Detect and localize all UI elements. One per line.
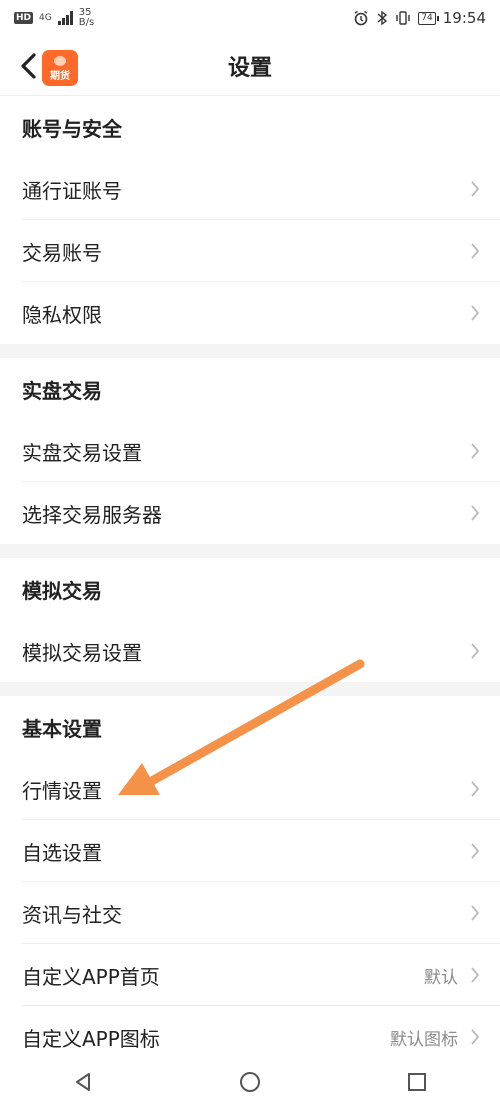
network-type: 4G	[39, 12, 52, 23]
section-divider	[0, 544, 500, 558]
settings-list: 账号与安全 通行证账号 交易账号 隐私权限 实盘交易 实盘交易设置 选择交易服务…	[0, 96, 500, 1068]
chevron-right-icon	[471, 967, 480, 983]
row-value: 默认图标	[390, 1029, 458, 1050]
section-header-basic-settings: 基本设置	[22, 716, 102, 741]
section-header-simulated-trading: 模拟交易	[22, 578, 102, 603]
row-simulated-trading-settings[interactable]: 模拟交易设置	[0, 620, 500, 682]
section-divider	[0, 344, 500, 358]
row-passport-account[interactable]: 通行证账号	[0, 158, 500, 220]
row-select-trading-server[interactable]: 选择交易服务器	[0, 482, 500, 544]
triangle-back-icon	[76, 1073, 91, 1091]
row-label: 选择交易服务器	[22, 502, 162, 527]
battery-icon: 74	[418, 11, 440, 25]
chevron-right-icon	[471, 243, 480, 259]
chevron-right-icon	[471, 443, 480, 459]
status-left: HD 4G 35 B/s	[14, 8, 94, 28]
section-header-live-trading: 实盘交易	[22, 378, 102, 403]
nav-home-button[interactable]	[230, 1062, 270, 1102]
row-privacy-permissions[interactable]: 隐私权限	[0, 282, 500, 344]
status-bar: HD 4G 35 B/s 74 19:54	[0, 0, 500, 36]
row-trading-account[interactable]: 交易账号	[0, 220, 500, 282]
chevron-right-icon	[471, 181, 480, 197]
top-nav-bar: 期货 设置	[0, 36, 500, 96]
row-label: 隐私权限	[22, 302, 102, 327]
row-label: 模拟交易设置	[22, 640, 142, 665]
chevron-right-icon	[471, 1029, 480, 1045]
net-speed-unit: B/s	[78, 17, 95, 28]
system-nav-bar	[0, 1053, 500, 1111]
chevron-right-icon	[471, 643, 480, 659]
chevron-right-icon	[471, 505, 480, 521]
hd-badge: HD	[14, 12, 34, 24]
chevron-right-icon	[471, 905, 480, 921]
row-watchlist-settings[interactable]: 自选设置	[0, 820, 500, 882]
section-header-account: 账号与安全	[22, 116, 122, 141]
row-label: 自定义APP图标	[22, 1026, 160, 1051]
row-label: 通行证账号	[22, 178, 122, 203]
row-market-settings[interactable]: 行情设置	[0, 758, 500, 820]
row-label: 交易账号	[22, 240, 102, 265]
chevron-right-icon	[471, 305, 480, 321]
row-label: 自定义APP首页	[22, 964, 160, 989]
row-label: 实盘交易设置	[22, 440, 142, 465]
vibrate-icon	[396, 11, 411, 25]
status-time: 19:54	[442, 9, 486, 27]
row-value: 默认	[424, 967, 458, 988]
nav-recent-button[interactable]	[397, 1062, 437, 1102]
status-right: 74 19:54	[353, 9, 486, 27]
alarm-icon	[354, 10, 368, 26]
row-label: 行情设置	[22, 778, 102, 803]
bluetooth-icon	[377, 10, 388, 26]
row-custom-app-home[interactable]: 自定义APP首页 默认	[0, 944, 500, 1006]
net-speed: 35 B/s	[79, 8, 94, 28]
circle-home-icon	[239, 1072, 260, 1092]
chevron-right-icon	[471, 843, 480, 859]
row-label: 资讯与社交	[22, 902, 122, 927]
row-live-trading-settings[interactable]: 实盘交易设置	[0, 420, 500, 482]
nav-back-button[interactable]	[63, 1062, 103, 1102]
page-title: 设置	[227, 56, 272, 81]
signal-icon	[57, 11, 73, 25]
section-divider	[0, 682, 500, 696]
square-recent-icon	[407, 1073, 426, 1091]
chevron-right-icon	[471, 781, 480, 797]
row-label: 自选设置	[22, 840, 102, 865]
row-news-social[interactable]: 资讯与社交	[0, 882, 500, 944]
